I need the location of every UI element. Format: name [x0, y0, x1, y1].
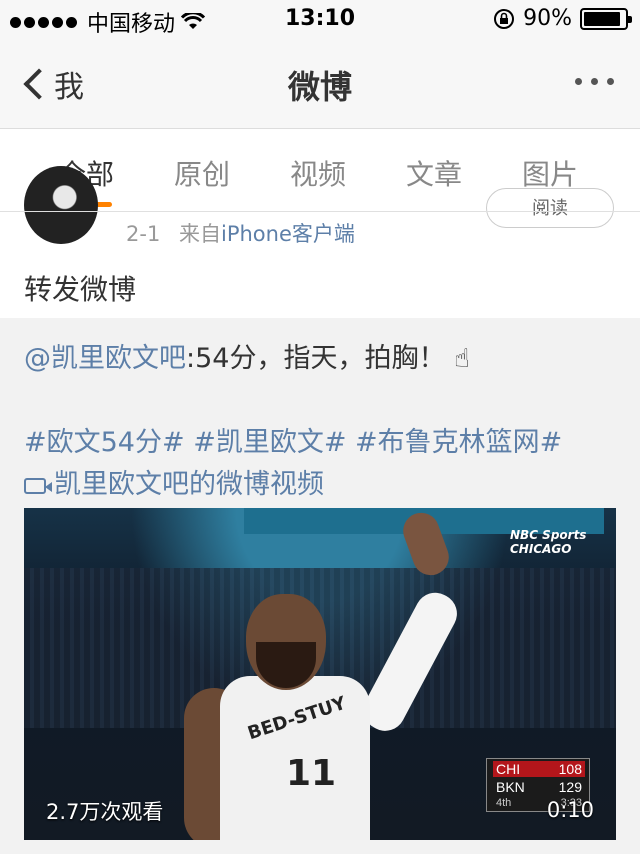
video-camera-icon [24, 478, 52, 494]
hashtag-link[interactable]: #凯里欧文# [193, 427, 346, 458]
jersey-number: 11 [286, 753, 337, 794]
quoted-author-link[interactable]: @凯里欧文吧 [24, 343, 186, 374]
battery-percent: 90% [523, 6, 572, 31]
tab-original[interactable]: 原创 [174, 153, 230, 193]
team-name: BKN [496, 779, 525, 795]
hashtag-link[interactable]: #欧文54分# [24, 427, 185, 458]
tab-article[interactable]: 文章 [406, 153, 462, 193]
tab-video[interactable]: 视频 [290, 153, 346, 193]
hashtag-link[interactable]: #布鲁克林篮网# [355, 427, 562, 458]
team-score: 129 [558, 779, 582, 795]
broadcaster-logo: NBC Sports CHICAGO [510, 528, 587, 556]
score-row: CHI 108 [493, 761, 585, 777]
navigation-bar: 我 微博 [0, 40, 640, 128]
tab-images[interactable]: 图片 [522, 153, 578, 193]
post-meta: 2-1 来自iPhone客户端 [126, 218, 355, 248]
video-link[interactable]: 凯里欧文吧的微博视频 [54, 469, 324, 500]
battery-icon [580, 7, 632, 30]
status-bar: 中国移动 13:10 90% [0, 0, 640, 40]
status-bar-right: 90% [493, 6, 632, 31]
video-link-line[interactable]: 凯里欧文吧的微博视频 [24, 462, 324, 501]
post-text: 转发微博 [24, 273, 137, 306]
avatar[interactable] [24, 166, 98, 244]
pointing-up-emoji: ☝ [454, 344, 470, 374]
game-period: 4th [496, 797, 512, 809]
page-title: 微博 [287, 68, 352, 106]
rotation-lock-icon [494, 8, 515, 29]
view-count: 2.7万次观看 [46, 800, 164, 824]
team-name: CHI [496, 761, 521, 777]
video-duration: 0:10 [546, 798, 594, 822]
post-source[interactable]: iPhone客户端 [221, 222, 355, 246]
hashtag-line: #欧文54分# #凯里欧文# #布鲁克林篮网# [24, 420, 562, 459]
read-button[interactable]: 阅读 [486, 188, 614, 228]
score-row: BKN 129 [493, 779, 585, 795]
quoted-body: :54分，指天，拍胸！ [186, 343, 446, 374]
more-icon[interactable] [575, 78, 614, 85]
quoted-text: @凯里欧文吧:54分，指天，拍胸！ ☝ [24, 336, 470, 375]
post-source-prefix: 来自 [179, 222, 221, 246]
post-date: 2-1 [126, 222, 161, 246]
team-score: 108 [558, 761, 582, 777]
video-player[interactable]: BED-STUY 11 NBC Sports CHICAGO CHI 108 BK… [24, 508, 616, 840]
